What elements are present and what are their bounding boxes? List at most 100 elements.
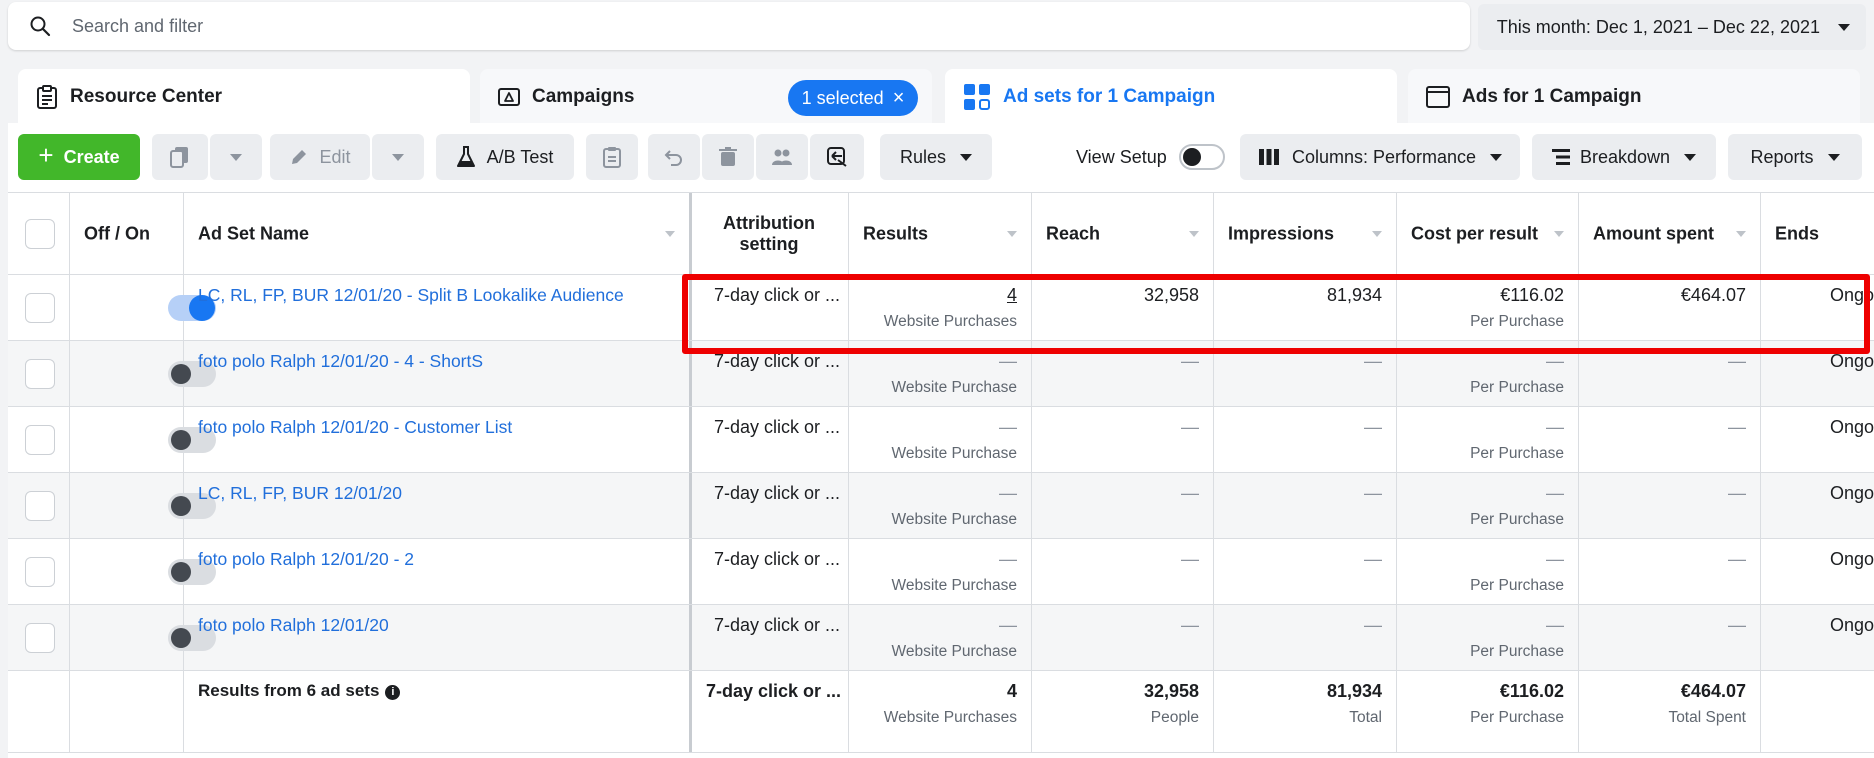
table-row[interactable]: foto polo Ralph 12/01/20 7-day click or … [8,605,1874,671]
export-icon [827,147,847,167]
sort-icon[interactable] [1189,230,1199,237]
attribution-value: 7-day click or ... [714,615,841,635]
close-icon[interactable]: × [893,87,905,110]
selected-count-label: 1 selected [801,87,884,108]
cost-value: — [1546,417,1564,437]
ab-test-button[interactable]: A/B Test [436,134,574,180]
date-range-selector[interactable]: This month: Dec 1, 2021 – Dec 22, 2021 [1478,4,1866,50]
cost-value: — [1546,549,1564,569]
info-icon[interactable]: i [385,685,401,700]
column-header-results[interactable]: Results [849,193,1032,274]
results-sub: Website Purchase [891,577,1018,594]
column-header-attribution[interactable]: Attribution setting [692,193,849,274]
ad-set-name-link[interactable]: foto polo Ralph 12/01/20 - Customer List [198,417,512,438]
table-row[interactable]: foto polo Ralph 12/01/20 - 4 - ShortS 7-… [8,341,1874,407]
impressions-value: — [1364,351,1382,371]
selected-count-pill[interactable]: 1 selected × [788,80,918,116]
rules-label: Rules [899,146,947,167]
ad-set-name-link[interactable]: foto polo Ralph 12/01/20 - 2 [198,549,414,570]
attribution-value: 7-day click or ... [714,417,841,437]
search-input[interactable] [72,15,1372,37]
edit-dropdown-button[interactable] [372,134,424,180]
sort-icon[interactable] [1554,230,1564,237]
columns-label: Columns: Performance [1291,146,1477,167]
cost-sub: Per Purchase [1470,379,1564,396]
columns-button[interactable]: Columns: Performance [1240,134,1520,180]
spent-value: — [1728,549,1746,569]
tab-ads[interactable]: Ads for 1 Campaign [1408,69,1860,125]
search-bar[interactable] [8,2,1470,50]
export-button[interactable] [810,134,864,180]
create-button[interactable]: + Create [18,134,140,180]
summary-attribution: 7-day click or ... [706,681,842,701]
ad-set-name-link[interactable]: foto polo Ralph 12/01/20 [198,615,389,636]
results-value: — [999,483,1017,503]
row-checkbox[interactable] [25,292,55,323]
flask-icon [456,146,475,167]
undo-button[interactable] [648,134,700,180]
row-checkbox[interactable] [25,556,55,587]
table-row[interactable]: LC, RL, FP, BUR 12/01/20 - Split B Looka… [8,275,1874,341]
audience-button[interactable] [756,134,808,180]
attribution-value: 7-day click or ... [714,285,841,305]
summary-label: Results from 6 ad sets [198,681,380,700]
tab-ad-sets[interactable]: Ad sets for 1 Campaign [945,69,1397,125]
results-value[interactable]: 4 [1007,285,1017,306]
sort-icon[interactable] [1372,230,1382,237]
cost-sub: Per Purchase [1470,313,1564,330]
spent-value: €464.07 [1680,285,1746,305]
ad-set-name-link[interactable]: LC, RL, FP, BUR 12/01/20 - Split B Looka… [198,285,624,306]
reports-button[interactable]: Reports [1728,134,1862,180]
row-checkbox[interactable] [25,622,55,653]
summary-spent-sub: Total Spent [1668,709,1746,726]
table-row[interactable]: foto polo Ralph 12/01/20 - 2 7-day click… [8,539,1874,605]
row-checkbox[interactable] [25,424,55,455]
duplicate-button[interactable] [152,134,208,180]
summary-cost-sub: Per Purchase [1470,709,1564,726]
summary-label-wrap: Results from 6 ad sets i [198,681,401,701]
results-sub: Website Purchase [891,643,1018,660]
chevron-down-icon [1838,23,1850,31]
table-row[interactable]: LC, RL, FP, BUR 12/01/20 7-day click or … [8,473,1874,539]
columns-icon [1258,149,1279,165]
column-header-ends[interactable]: Ends [1761,193,1874,274]
duplicate-dropdown-button[interactable] [210,134,262,180]
rules-button[interactable]: Rules [880,134,992,180]
column-header-spent[interactable]: Amount spent [1579,193,1761,274]
sort-icon[interactable] [1007,230,1017,237]
summary-reach-sub: People [1150,709,1199,726]
row-checkbox[interactable] [25,490,55,521]
reach-value: — [1181,417,1199,437]
sort-icon[interactable] [1736,230,1746,237]
summary-impressions: 81,934 [1326,681,1382,701]
sort-icon[interactable] [665,230,675,237]
column-header-reach[interactable]: Reach [1032,193,1214,274]
search-icon [30,16,51,37]
cost-sub: Per Purchase [1470,511,1564,528]
column-header-impressions[interactable]: Impressions [1214,193,1397,274]
cost-sub: Per Purchase [1470,577,1564,594]
clipboard-button[interactable] [586,134,638,180]
view-setup-toggle[interactable]: View Setup [1076,134,1225,180]
impressions-value: — [1364,615,1382,635]
chevron-down-icon [1490,153,1503,161]
edit-button[interactable]: Edit [270,134,370,180]
select-all-checkbox[interactable] [25,218,55,249]
breakdown-button[interactable]: Breakdown [1532,134,1716,180]
column-header-name[interactable]: Ad Set Name [184,193,692,274]
tab-resource-center[interactable]: Resource Center [18,69,470,125]
table-row[interactable]: foto polo Ralph 12/01/20 - Customer List… [8,407,1874,473]
tab-label: Campaigns [532,86,635,107]
ad-set-name-link[interactable]: foto polo Ralph 12/01/20 - 4 - ShortS [198,351,483,372]
edit-label: Edit [319,146,351,167]
results-value: — [999,417,1017,437]
tab-label: Resource Center [70,86,223,107]
delete-button[interactable] [702,134,754,180]
spent-value: — [1728,483,1746,503]
column-header-cost[interactable]: Cost per result [1397,193,1579,274]
row-checkbox[interactable] [25,358,55,389]
date-range-label: This month: Dec 1, 2021 – Dec 22, 2021 [1496,16,1820,37]
ad-set-name-link[interactable]: LC, RL, FP, BUR 12/01/20 [198,483,402,504]
view-setup-switch[interactable] [1178,144,1225,170]
ends-value: Ongo [1829,285,1874,305]
